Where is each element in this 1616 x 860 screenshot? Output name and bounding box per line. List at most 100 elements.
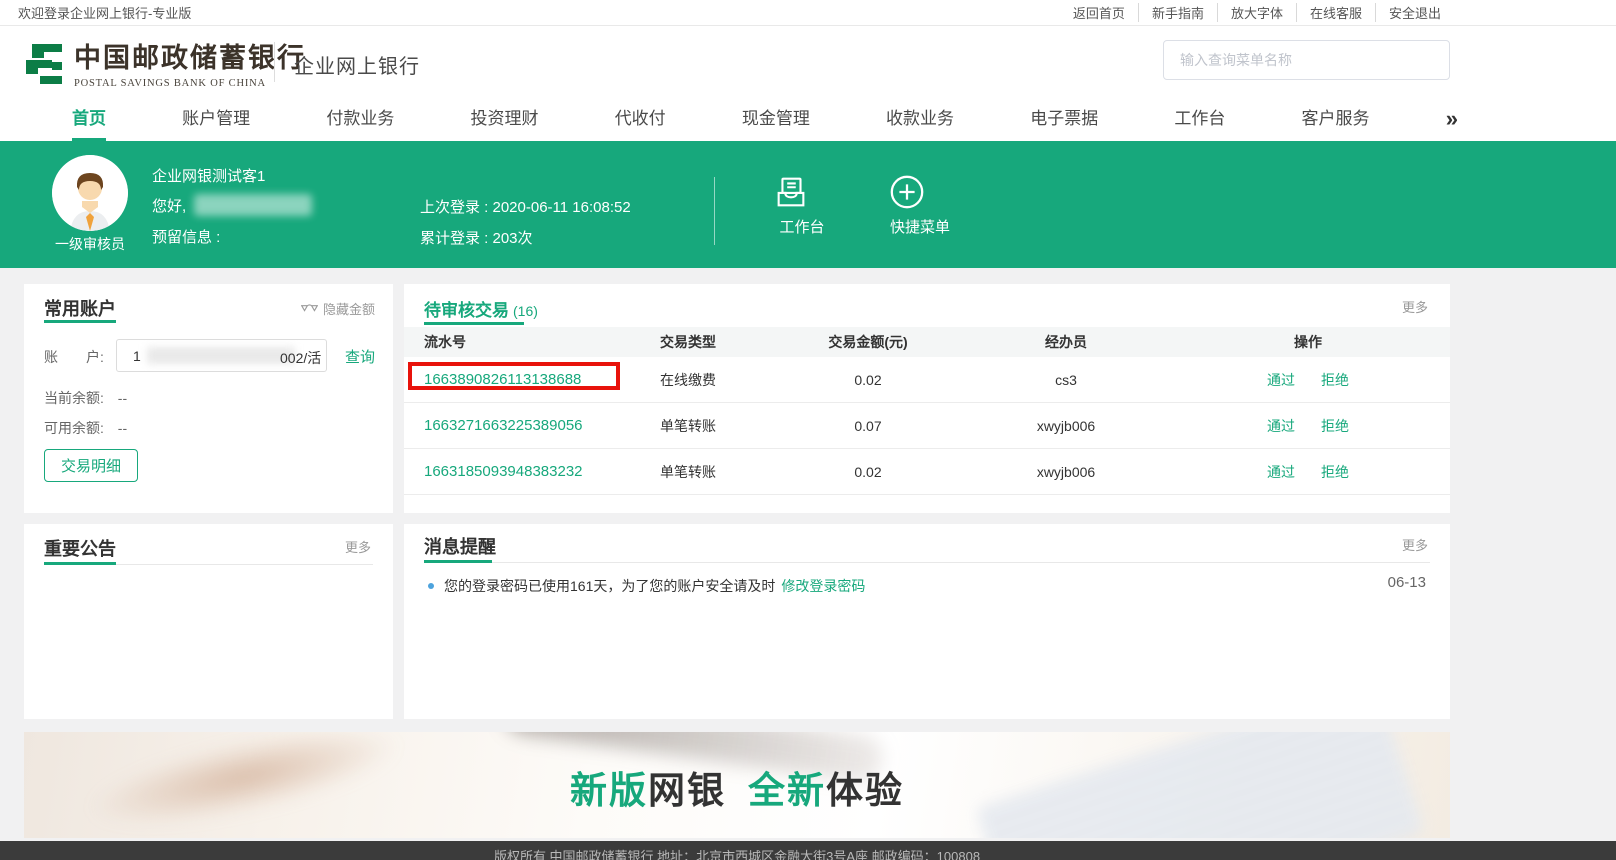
accounts-card-title: 常用账户 [44,295,116,321]
message-item: 您的登录密码已使用161天，为了您的账户安全请及时 修改登录密码 [424,576,1430,596]
current-balance-value: -- [118,390,127,406]
message-reminder-card: 消息提醒 更多 您的登录密码已使用161天，为了您的账户安全请及时 修改登录密码… [404,524,1450,719]
table-header: 流水号 交易类型 交易金额(元) 经办员 操作 [404,327,1450,357]
nav-investment[interactable]: 投资理财 [471,100,539,141]
reject-link[interactable]: 拒绝 [1321,370,1349,390]
link-safe-exit[interactable]: 安全退出 [1375,3,1454,22]
common-accounts-card: 常用账户 隐藏金额 账 户: 1 002/活 查询 当前余额: -- 可用余额:… [24,284,393,513]
account-select[interactable]: 1 002/活 [116,339,327,372]
col-amount: 交易金额(元) [790,332,946,352]
masked-username [194,194,312,216]
nav-customer-service[interactable]: 客户服务 [1302,100,1370,141]
table-body: 1663890826113138688 在线缴费 0.02 cs3 通过 拒绝 … [404,357,1450,495]
link-return-home[interactable]: 返回首页 [1060,3,1138,22]
notice-more-link[interactable]: 更多 [345,537,371,556]
pending-count: (16) [513,303,538,319]
txn-type: 单笔转账 [660,462,790,482]
account-label: 账 户: [44,347,104,367]
message-date: 06-13 [1388,574,1426,591]
banner-divider [714,177,715,245]
available-balance-value: -- [118,420,127,436]
message-title-underline [424,560,492,563]
link-beginner-guide[interactable]: 新手指南 [1138,3,1217,22]
nav-more-icon[interactable]: » [1446,100,1456,141]
user-role: 一级审核员 [40,234,140,254]
nav-home[interactable]: 首页 [72,100,106,141]
promo-slogan: 新版网银全新体验 [24,732,1450,814]
col-actions: 操作 [1186,332,1430,352]
menu-search-input[interactable] [1163,40,1450,80]
transaction-detail-button[interactable]: 交易明细 [44,449,138,482]
workbench-shortcut[interactable]: 工作台 [772,173,832,237]
bank-name-cn: 中国邮政储蓄银行 [74,36,306,75]
header: 中国邮政储蓄银行 POSTAL SAVINGS BANK OF CHINA 企业… [0,26,1616,100]
nav-workbench[interactable]: 工作台 [1174,100,1225,141]
message-more-link[interactable]: 更多 [1402,535,1428,554]
greeting-row: 您好, [152,194,312,216]
pending-title-underline [424,322,524,325]
serial-link[interactable]: 1663185093948383232 [424,463,660,480]
account-suffix: 002/活 [280,348,324,368]
nav-receivables[interactable]: 收款业务 [886,100,954,141]
reject-link[interactable]: 拒绝 [1321,462,1349,482]
approve-link[interactable]: 通过 [1267,370,1295,390]
nav-e-bills[interactable]: 电子票据 [1030,100,1098,141]
workbench-label: 工作台 [772,216,832,237]
total-login-text: 累计登录 : 203次 [420,227,533,248]
header-divider [274,42,275,82]
nav-collection-payment[interactable]: 代收付 [615,100,666,141]
nav-payment[interactable]: 付款业务 [326,100,394,141]
pending-card-title: 待审核交易(16) [424,296,538,321]
col-type: 交易类型 [660,332,790,352]
serial-link[interactable]: 1663271663225389056 [424,417,660,434]
pending-transactions-card: 待审核交易(16) 更多 流水号 交易类型 交易金额(元) 经办员 操作 166… [404,284,1450,513]
row-actions: 通过 拒绝 [1186,462,1430,482]
message-card-title: 消息提醒 [424,533,496,559]
welcome-text: 欢迎登录企业网上银行-专业版 [18,3,191,22]
quick-menu-shortcut[interactable]: 快捷菜单 [888,173,952,237]
important-notice-card: 重要公告 更多 [24,524,393,719]
link-online-service[interactable]: 在线客服 [1296,3,1375,22]
txn-type: 在线缴费 [660,370,790,390]
approve-link[interactable]: 通过 [1267,462,1295,482]
account-prefix: 1 [133,348,141,364]
bullet-icon [428,583,434,589]
main-nav: 首页 账户管理 付款业务 投资理财 代收付 现金管理 收款业务 电子票据 工作台… [0,100,1616,141]
serial-link[interactable]: 1663890826113138688 [424,371,660,388]
bank-name-en: POSTAL SAVINGS BANK OF CHINA [74,78,306,89]
row-actions: 通过 拒绝 [1186,416,1430,436]
approve-link[interactable]: 通过 [1267,416,1295,436]
top-utility-bar: 欢迎登录企业网上银行-专业版 返回首页 新手指南 放大字体 在线客服 安全退出 [0,0,1616,26]
footer: 版权所有 中国邮政储蓄银行 地址：北京市西城区金融大街3号A座 邮政编码：100… [0,841,1616,860]
copyright-text: 版权所有 中国邮政储蓄银行 地址：北京市西城区金融大街3号A座 邮政编码：100… [24,841,1450,860]
reserved-info-label: 预留信息 : [152,226,220,247]
hide-amount-toggle[interactable]: 隐藏金额 [301,299,375,318]
message-divider [424,562,1430,563]
txn-amount: 0.02 [790,464,946,480]
change-password-link[interactable]: 修改登录密码 [781,576,865,596]
company-name: 企业网银测试客1 [152,165,265,186]
bank-name-block: 中国邮政储蓄银行 POSTAL SAVINGS BANK OF CHINA [74,36,306,89]
notice-card-title: 重要公告 [44,535,116,561]
accounts-title-underline [44,320,116,323]
nav-account-management[interactable]: 账户管理 [182,100,250,141]
current-balance-row: 当前余额: -- [44,388,127,408]
link-enlarge-font[interactable]: 放大字体 [1217,3,1296,22]
workbench-icon [772,173,810,211]
topbar-links: 返回首页 新手指南 放大字体 在线客服 安全退出 [1060,3,1454,22]
reject-link[interactable]: 拒绝 [1321,416,1349,436]
table-row: 1663890826113138688 在线缴费 0.02 cs3 通过 拒绝 [404,357,1450,403]
col-operator: 经办员 [946,332,1186,352]
nav-cash-management[interactable]: 现金管理 [742,100,810,141]
txn-operator: xwyjb006 [946,418,1186,434]
avatar [52,155,128,231]
txn-operator: xwyjb006 [946,464,1186,480]
txn-amount: 0.02 [790,372,946,388]
account-query-link[interactable]: 查询 [345,346,375,367]
last-login-text: 上次登录 : 2020-06-11 16:08:52 [420,196,631,217]
psbc-logo-icon [22,40,70,88]
col-serial: 流水号 [424,332,660,352]
notice-title-underline [44,562,116,565]
pending-more-link[interactable]: 更多 [1402,297,1428,316]
message-text: 您的登录密码已使用161天，为了您的账户安全请及时 [444,576,775,596]
